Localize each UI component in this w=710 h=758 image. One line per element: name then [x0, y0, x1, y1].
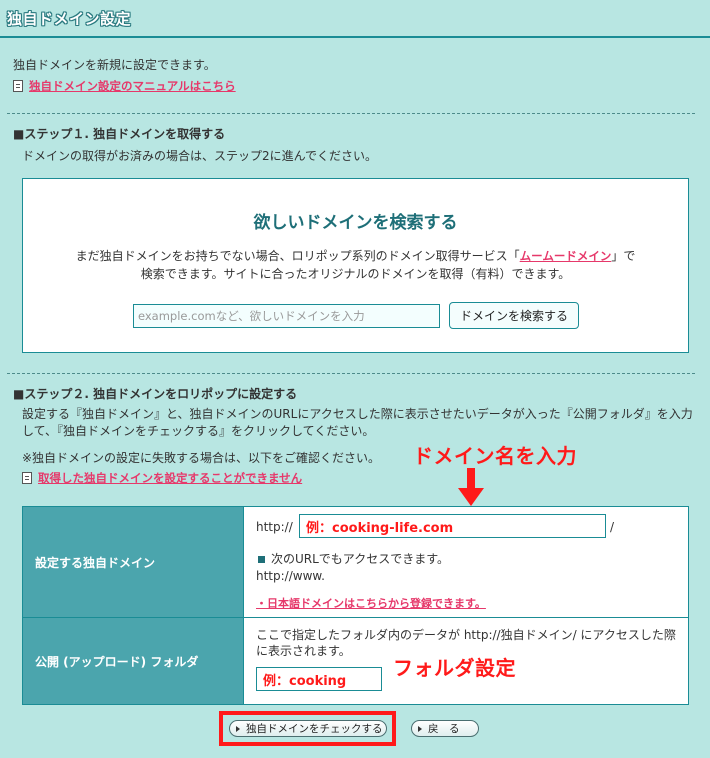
annotation-folder-setting: フォルダ設定 [393, 656, 516, 680]
alt-url-note-text: 次のURLでもアクセスできます。 [271, 552, 450, 566]
search-panel-title: 欲しいドメインを検索する [253, 213, 458, 233]
annotation-arrow-shaft [467, 468, 475, 490]
divider [7, 373, 695, 374]
fail-help-link[interactable]: 取得した独自ドメインを設定することができません [38, 470, 302, 486]
manual-link-row: 独自ドメイン設定のマニュアルはこちら [13, 78, 236, 94]
back-button-label: 戻 る [428, 723, 460, 735]
folder-label-cell: 公開 (アップロード) フォルダ [23, 618, 243, 704]
folder-input[interactable] [256, 667, 382, 691]
step2-desc-line1: 設定する『独自ドメイン』と、独自ドメインのURLにアクセスした際に表示させたいデ… [22, 407, 693, 421]
search-desc-pre: まだ独自ドメインをお持ちでない場合、ロリポップ系列のドメイン取得サービス「 [75, 249, 520, 263]
check-domain-button-label: 独自ドメインをチェックする [246, 723, 383, 735]
play-arrow-icon [236, 725, 240, 732]
domain-label-cell: 設定する独自ドメイン [23, 507, 243, 617]
step1-desc: ドメインの取得がお済みの場合は、ステップ2に進んでください。 [22, 149, 378, 163]
back-button[interactable]: 戻 る [411, 720, 479, 737]
search-desc-post: 」で [611, 249, 636, 263]
annotation-enter-domain: ドメイン名を入力 [413, 444, 577, 468]
fail-link-row: 取得した独自ドメインを設定することができません [22, 470, 302, 486]
play-arrow-icon [418, 725, 422, 732]
document-icon [22, 472, 32, 484]
document-icon [13, 80, 23, 92]
alt-url-note: 次のURLでもアクセスできます。 [256, 550, 449, 567]
search-panel-desc: まだ独自ドメインをお持ちでない場合、ロリポップ系列のドメイン取得サービス「ムーム… [23, 247, 688, 283]
column-divider [243, 507, 244, 704]
step2-heading: ■ステップ２. 独自ドメインをロリポップに設定する [13, 387, 298, 401]
jp-domain-link[interactable]: ・日本語ドメインはこちらから登録できます。 [256, 595, 486, 611]
domain-settings-table: 設定する独自ドメイン 公開 (アップロード) フォルダ http:// / 次の… [22, 506, 689, 705]
divider [7, 113, 695, 114]
page-title: 独自ドメイン設定 [7, 10, 132, 28]
search-desc-line2: 検索できます。サイトに合ったオリジナルのドメインを取得（有料）できます。 [140, 267, 571, 281]
step2-fail-note: ※独自ドメインの設定に失敗する場合は、以下をご確認ください。 [22, 451, 381, 465]
domain-search-input[interactable] [133, 304, 440, 328]
step2-desc-line2: して、『独自ドメインをチェックする』をクリックしてください。 [22, 424, 375, 438]
row-divider [23, 617, 688, 618]
domain-slash: / [610, 520, 615, 534]
domain-input[interactable] [299, 514, 606, 538]
page-header: 独自ドメイン設定 [0, 0, 710, 38]
intro-text: 独自ドメインを新規に設定できます。 [13, 58, 216, 72]
square-bullet-icon [258, 556, 265, 563]
annotation-arrow-down-icon [458, 488, 484, 506]
muumuu-domain-link[interactable]: ムームードメイン [520, 249, 612, 263]
alt-url: http://www. [256, 569, 325, 583]
step1-heading: ■ステップ１. 独自ドメインを取得する [13, 127, 226, 141]
manual-link[interactable]: 独自ドメイン設定のマニュアルはこちら [29, 78, 236, 94]
domain-search-panel: 欲しいドメインを検索する まだ独自ドメインをお持ちでない場合、ロリポップ系列のド… [22, 178, 689, 353]
check-domain-button[interactable]: 独自ドメインをチェックする [229, 720, 387, 737]
http-prefix: http:// [256, 520, 293, 534]
domain-search-button[interactable]: ドメインを検索する [449, 302, 579, 329]
